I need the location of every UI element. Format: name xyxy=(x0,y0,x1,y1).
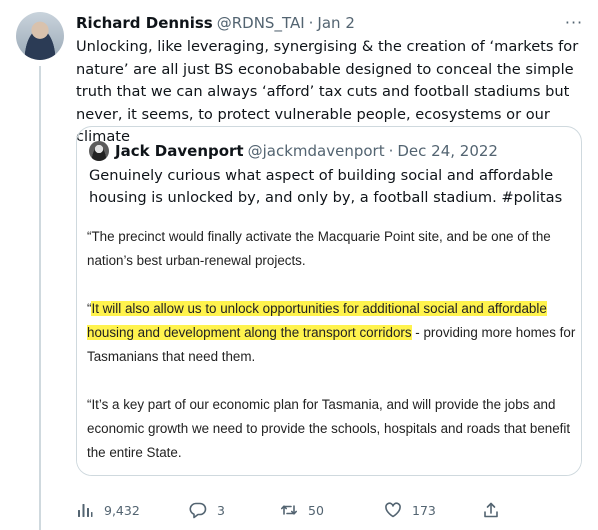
image-paragraph-3: “It’s a key part of our economic plan fo… xyxy=(87,397,571,460)
tweet[interactable]: Richard Denniss @RDNS_TAI · Jan 2 ··· Un… xyxy=(0,0,598,530)
author-handle[interactable]: @RDNS_TAI xyxy=(217,14,305,32)
retweet-count: 50 xyxy=(308,502,324,518)
views-button[interactable]: 9,432 xyxy=(76,498,140,522)
image-paragraph-2: “It will also allow us to unlock opportu… xyxy=(87,297,577,369)
quoted-author-avatar xyxy=(89,141,109,161)
separator-dot: · xyxy=(308,14,314,32)
quoted-author-handle: @jackmdavenport xyxy=(247,142,385,160)
reply-icon xyxy=(189,502,207,519)
reply-count: 3 xyxy=(217,502,225,518)
views-count: 9,432 xyxy=(104,502,140,518)
reply-button[interactable]: 3 xyxy=(189,498,225,522)
more-options-button[interactable]: ··· xyxy=(562,10,586,34)
more-icon: ··· xyxy=(564,12,584,32)
quoted-tweet[interactable]: Jack Davenport @jackmdavenport · Dec 24,… xyxy=(76,126,582,476)
like-button[interactable]: 173 xyxy=(384,498,436,522)
views-icon xyxy=(78,504,93,517)
tweet-header: Richard Denniss @RDNS_TAI · Jan 2 xyxy=(76,13,355,33)
share-icon xyxy=(484,502,498,518)
heart-icon xyxy=(385,502,401,518)
retweet-button[interactable]: 50 xyxy=(280,498,324,522)
like-count: 173 xyxy=(412,502,436,518)
author-avatar[interactable] xyxy=(16,12,64,60)
author-name[interactable]: Richard Denniss xyxy=(76,14,213,32)
tweet-date[interactable]: Jan 2 xyxy=(317,14,354,32)
quoted-tweet-text: Genuinely curious what aspect of buildin… xyxy=(89,167,563,206)
quoted-tweet-date: Dec 24, 2022 xyxy=(397,142,498,160)
quoted-tweet-header: Jack Davenport @jackmdavenport · Dec 24,… xyxy=(89,141,498,161)
thread-line xyxy=(39,66,41,530)
image-paragraph-1: “The precinct would finally activate the… xyxy=(87,229,551,268)
quoted-tweet-image[interactable]: “The precinct would finally activate the… xyxy=(77,219,581,475)
share-button[interactable] xyxy=(482,498,510,522)
separator-dot: · xyxy=(388,142,394,160)
quoted-author-name: Jack Davenport xyxy=(115,142,244,160)
retweet-icon xyxy=(281,505,297,515)
action-bar: 9,432 3 50 173 xyxy=(76,498,588,522)
